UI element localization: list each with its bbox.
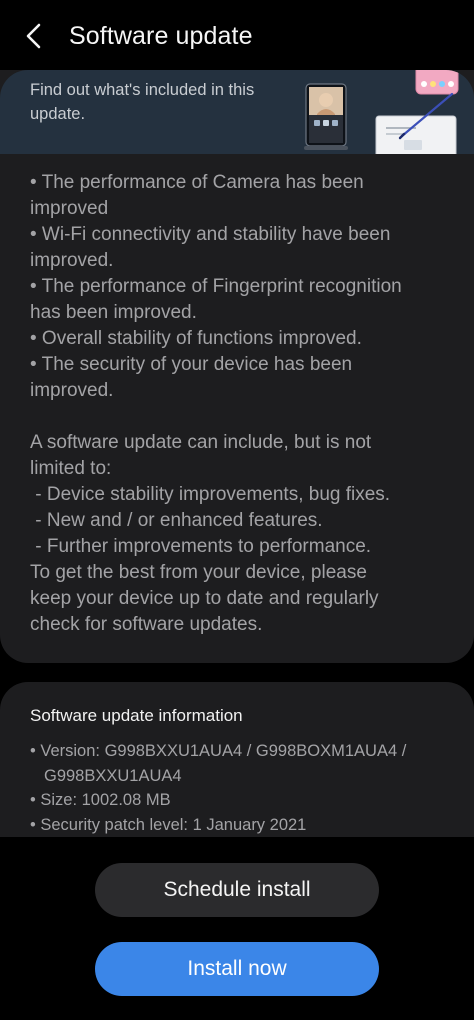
release-note-line: - Device stability improvements, bug fix… [30,484,391,505]
page-title: Software update [69,22,253,50]
release-note-line: improved. [30,380,114,401]
update-info-title: Software update information [30,706,243,725]
security-patch-line: • Security patch level: 1 January 2021 [30,815,307,834]
back-button[interactable] [14,14,54,58]
release-note-line: • The performance of Camera has been [30,172,364,193]
release-note-line: limited to: [30,458,112,479]
update-info-list: • Version: G998BXXU1AUA4 / G998BOXM1AUA4… [30,739,450,837]
release-note-line: - New and / or enhanced features. [30,510,323,531]
install-now-button[interactable]: Install now [95,942,379,996]
banner-text: Find out what's included in this update. [30,81,255,123]
release-note-line: • Overall stability of functions improve… [30,328,362,349]
release-note-line: • Wi-Fi connectivity and stability have … [30,224,391,245]
release-notes-body: • The performance of Camera has been imp… [30,170,450,638]
version-line-continued: G998BXXU1AUA4 [44,766,182,785]
release-note-line: check for software updates. [30,614,263,635]
release-note-line: • The security of your device has been [30,354,353,375]
release-note-line: has been improved. [30,302,197,323]
release-note-line: improved [30,198,109,219]
release-note-line: A software update can include, but is no… [30,432,372,453]
version-line: • Version: G998BXXU1AUA4 / G998BOXM1AUA4… [30,742,407,760]
release-note-line: - Further improvements to performance. [30,536,372,557]
chevron-left-icon [24,22,44,50]
release-note-line: improved. [30,250,114,271]
release-notes-card[interactable]: Find out what's included in this update. [0,70,474,663]
whats-new-banner[interactable]: Find out what's included in this update. [0,70,474,154]
size-line: • Size: 1002.08 MB [30,791,171,809]
release-note-line: To get the best from your device, please [30,562,367,583]
release-note-line: • The performance of Fingerprint recogni… [30,276,402,297]
app-header: Software update [0,0,474,70]
update-info-card: Software update information • Version: G… [0,682,474,837]
release-note-line: keep your device up to date and regularl… [30,588,379,609]
schedule-install-button[interactable]: Schedule install [95,863,379,917]
devices-illustration [300,70,474,154]
